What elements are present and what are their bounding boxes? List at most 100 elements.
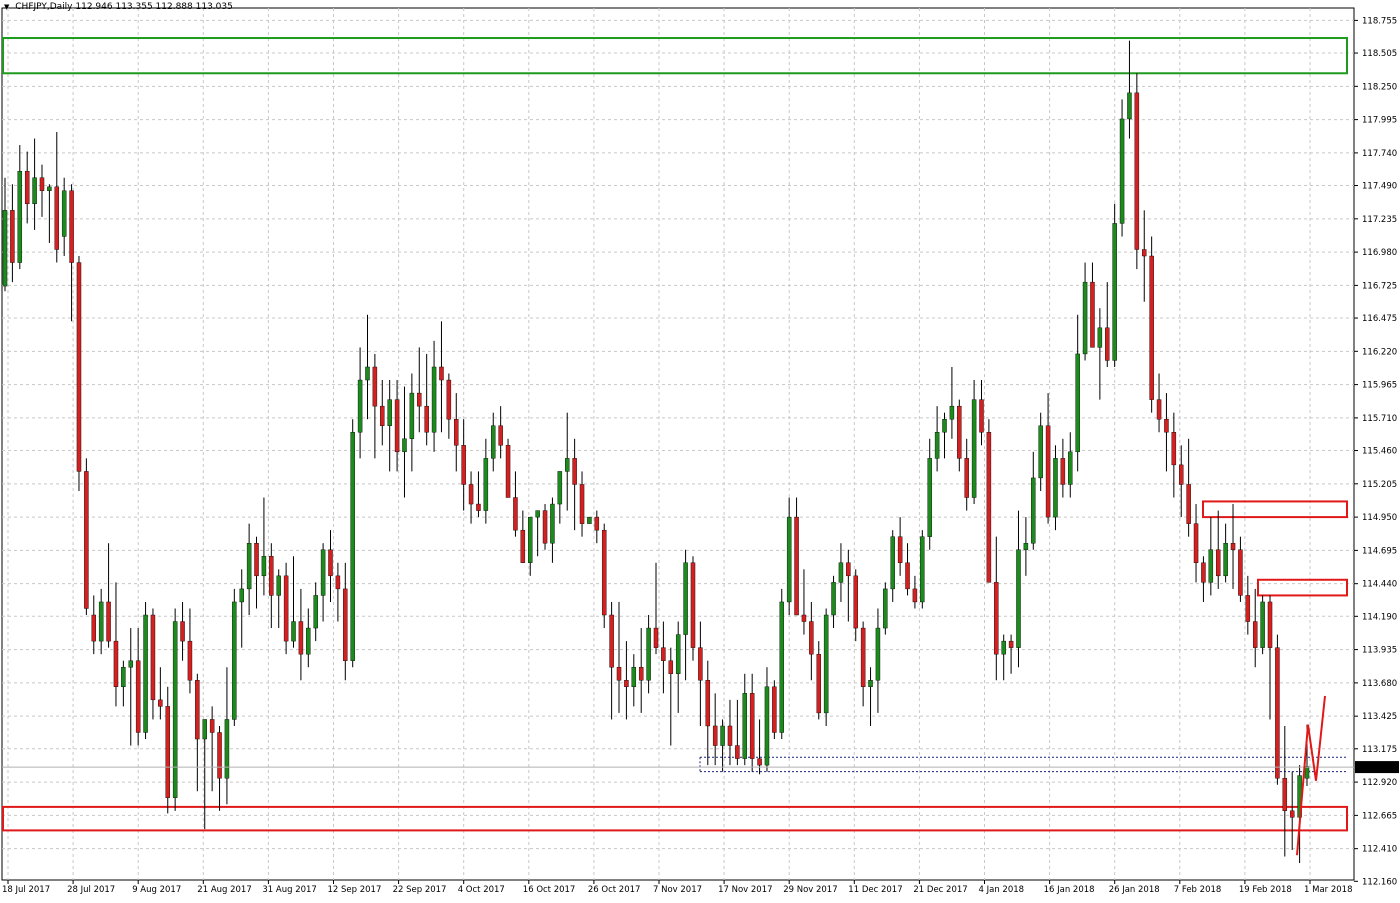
y-tick-label: 115.710	[1362, 414, 1397, 424]
candle-body	[254, 543, 259, 577]
candle-body	[246, 543, 252, 590]
price-chart[interactable]: ▼ CHFJPY,Daily 112.946 113.355 112.888 1…	[0, 0, 1400, 900]
candle-body	[91, 614, 97, 642]
y-tick-label: 113.680	[1362, 679, 1397, 689]
candle-body	[786, 516, 792, 603]
x-tick-label: 16 Jan 2018	[1044, 885, 1095, 895]
x-tick-label: 12 Sep 2017	[328, 885, 382, 895]
candle-body	[165, 706, 170, 798]
y-tick-label: 114.950	[1362, 513, 1397, 523]
candle-body	[712, 725, 718, 746]
candle-body	[313, 595, 318, 629]
candle-body	[1053, 458, 1058, 518]
candle-body	[461, 445, 466, 485]
y-tick-label: 113.425	[1362, 712, 1397, 722]
candle-body	[1201, 562, 1206, 583]
candle-body	[1105, 327, 1110, 361]
candle-body	[1045, 425, 1051, 518]
candle-body	[276, 575, 281, 596]
candle-body	[24, 170, 30, 205]
candle-body	[1238, 549, 1243, 596]
x-tick-label: 9 Aug 2017	[132, 885, 181, 895]
x-tick-label: 29 Nov 2017	[783, 885, 837, 895]
x-tick-label: 18 Jul 2017	[2, 885, 50, 895]
candle-body	[1127, 92, 1132, 120]
candle-body	[84, 471, 89, 609]
candle-body	[690, 562, 696, 648]
x-tick-label: 31 Aug 2017	[262, 885, 316, 895]
candle-body	[809, 621, 814, 655]
candle-body	[54, 186, 60, 250]
ohlc-label: 112.946 113.355 112.888 113.035	[75, 2, 233, 12]
candle-body	[513, 497, 518, 531]
candle-body	[261, 556, 267, 577]
candle-body	[135, 660, 141, 733]
candle-body	[1060, 458, 1066, 485]
candle-body	[609, 614, 614, 668]
candle-body	[1119, 118, 1125, 224]
candle-body	[343, 588, 348, 661]
candle-body	[587, 516, 592, 524]
candle-body	[1164, 418, 1169, 433]
candle-body	[542, 510, 548, 544]
candle-body	[158, 699, 163, 707]
candle-body	[520, 529, 526, 563]
chart-canvas[interactable]: 118.755 118.505 118.250 117.995 117.740 117.4…	[0, 0, 1400, 900]
candle-body	[942, 418, 947, 433]
candle-body	[949, 405, 955, 420]
chart-title: ▼ CHFJPY,Daily 112.946 113.355 112.888 1…	[4, 2, 233, 12]
candle-body	[624, 680, 629, 688]
candle-body	[1008, 640, 1014, 648]
candle-body	[875, 627, 881, 681]
candle-body	[380, 405, 385, 426]
candle-body	[121, 667, 126, 688]
candle-body	[1038, 425, 1043, 479]
symbol-label: CHFJPY,Daily	[15, 2, 73, 12]
candle-body	[735, 745, 740, 759]
candle-body	[17, 170, 23, 263]
candle-body	[934, 432, 940, 459]
candle-body	[106, 601, 111, 642]
candle-body	[749, 693, 755, 759]
candle-body	[298, 621, 304, 655]
candle-body	[306, 627, 311, 655]
candle-body	[172, 621, 178, 798]
candle-body	[616, 667, 622, 681]
candle-body	[675, 634, 681, 674]
candle-body	[683, 562, 688, 635]
candle-body	[757, 758, 762, 766]
y-tick-label: 117.490	[1362, 182, 1397, 192]
candle-body	[971, 399, 977, 498]
candle-body	[483, 458, 489, 511]
candle-body	[1149, 255, 1154, 400]
candle-body	[1230, 543, 1236, 550]
x-tick-label: 4 Jan 2018	[979, 885, 1025, 895]
candle-body	[772, 686, 777, 733]
candle-body	[661, 647, 666, 661]
y-tick-label: 117.995	[1362, 116, 1397, 126]
candle-body	[387, 399, 392, 426]
candle-body	[10, 210, 15, 263]
candle-body	[446, 379, 452, 420]
candle-body	[794, 516, 799, 616]
candle-body	[1193, 523, 1199, 563]
candle-body	[631, 667, 637, 688]
candle-body	[846, 562, 851, 577]
y-tick-label: 118.250	[1362, 82, 1397, 92]
candle-body	[1156, 399, 1162, 420]
candle-body	[69, 190, 74, 263]
candle-body	[964, 458, 969, 498]
dropdown-arrow-icon[interactable]: ▼	[4, 3, 9, 11]
candle-body	[994, 582, 999, 655]
candle-body	[1090, 281, 1095, 348]
candle-body	[320, 549, 326, 596]
candle-body	[572, 458, 577, 485]
candle-body	[232, 601, 237, 720]
candle-body	[1223, 543, 1228, 577]
candle-body	[957, 405, 962, 459]
candle-body	[742, 693, 748, 759]
y-tick-label: 113.935	[1362, 646, 1397, 656]
candle-body	[476, 503, 481, 511]
candle-body	[394, 399, 400, 453]
candle-body	[1016, 549, 1021, 648]
